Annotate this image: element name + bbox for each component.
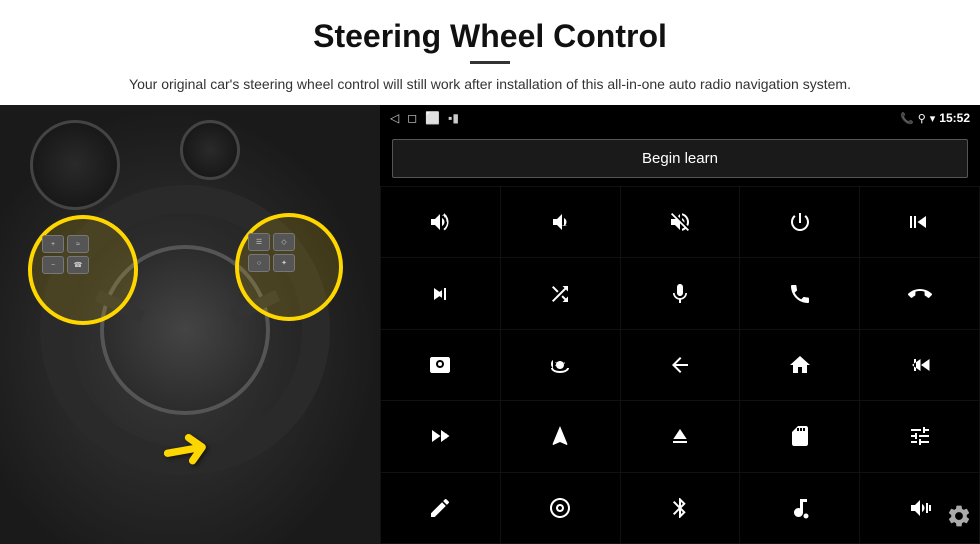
phone-answer-button[interactable] [740, 258, 859, 328]
shuffle-button[interactable] [501, 258, 620, 328]
begin-learn-container: Begin learn [380, 131, 980, 186]
header-section: Steering Wheel Control Your original car… [0, 0, 980, 105]
page-title: Steering Wheel Control [60, 18, 920, 55]
svg-text:−: − [562, 221, 567, 230]
bluetooth-button[interactable] [621, 473, 740, 543]
recent-nav-icon[interactable]: ⬜ [425, 111, 440, 125]
camera-360-button[interactable]: 360° [501, 330, 620, 400]
sw-btn-minus: − [42, 256, 64, 274]
gauge-right [180, 120, 240, 180]
eject-button[interactable] [621, 401, 740, 471]
pen-button[interactable] [381, 473, 500, 543]
svg-text:360°: 360° [555, 362, 565, 368]
equalizer-button[interactable] [860, 401, 979, 471]
back-nav-icon[interactable]: ◁ [390, 111, 399, 125]
controls-grid: + − [380, 186, 980, 544]
page-wrapper: Steering Wheel Control Your original car… [0, 0, 980, 544]
mic-button[interactable] [621, 258, 740, 328]
content-area: + ≈ − ☎ ☰ ◇ ○ ✦ ➜ ◁ ◻ ⬜ [0, 105, 980, 544]
title-divider [470, 61, 510, 64]
signal-icon: ▪▮ [448, 111, 459, 125]
svg-text:+: + [442, 211, 447, 220]
sw-btn-mode: ≈ [67, 235, 89, 253]
car-image-panel: + ≈ − ☎ ☰ ◇ ○ ✦ ➜ [0, 105, 380, 544]
sw-btn-plus: + [42, 235, 64, 253]
next-track-button[interactable] [381, 258, 500, 328]
phone-hangup-button[interactable] [860, 258, 979, 328]
vol-down-button[interactable]: − [501, 187, 620, 257]
music-settings-button[interactable] [740, 473, 859, 543]
power-button[interactable] [740, 187, 859, 257]
sw-btn-menu: ☰ [248, 233, 270, 251]
btn-pad-right: ☰ ◇ ○ ✦ [248, 233, 295, 272]
btn-pad-left: + ≈ − ☎ [42, 235, 89, 274]
home-nav-icon[interactable]: ◻ [407, 111, 417, 125]
prev-track-button[interactable] [860, 187, 979, 257]
subtitle: Your original car's steering wheel contr… [115, 74, 865, 95]
back-button[interactable] [621, 330, 740, 400]
settings-icon[interactable] [946, 503, 972, 536]
sw-btn-circle: ○ [248, 254, 270, 272]
begin-learn-button[interactable]: Begin learn [392, 139, 968, 178]
home-button[interactable] [740, 330, 859, 400]
sw-btn-star: ✦ [273, 254, 295, 272]
gauge-left [30, 120, 120, 210]
vol-up-button[interactable]: + [381, 187, 500, 257]
sw-btn-phone: ☎ [67, 256, 89, 274]
camera-horn-button[interactable] [381, 330, 500, 400]
fast-forward-button[interactable] [381, 401, 500, 471]
status-right: 📞 ⚲ ▾ 15:52 [900, 111, 970, 125]
sdcard-button[interactable] [740, 401, 859, 471]
status-left: ◁ ◻ ⬜ ▪▮ [390, 111, 459, 125]
phone-status-icon: 📞 [900, 112, 914, 125]
location-icon: ⚲ [918, 112, 926, 125]
navigate-button[interactable] [501, 401, 620, 471]
rewind-button[interactable] [860, 330, 979, 400]
wifi-icon: ▾ [930, 112, 936, 125]
clock: 15:52 [939, 111, 970, 125]
sw-btn-diamond: ◇ [273, 233, 295, 251]
android-panel: ◁ ◻ ⬜ ▪▮ 📞 ⚲ ▾ 15:52 Begin learn [380, 105, 980, 544]
status-bar: ◁ ◻ ⬜ ▪▮ 📞 ⚲ ▾ 15:52 [380, 105, 980, 131]
mute-button[interactable] [621, 187, 740, 257]
target-button[interactable] [501, 473, 620, 543]
